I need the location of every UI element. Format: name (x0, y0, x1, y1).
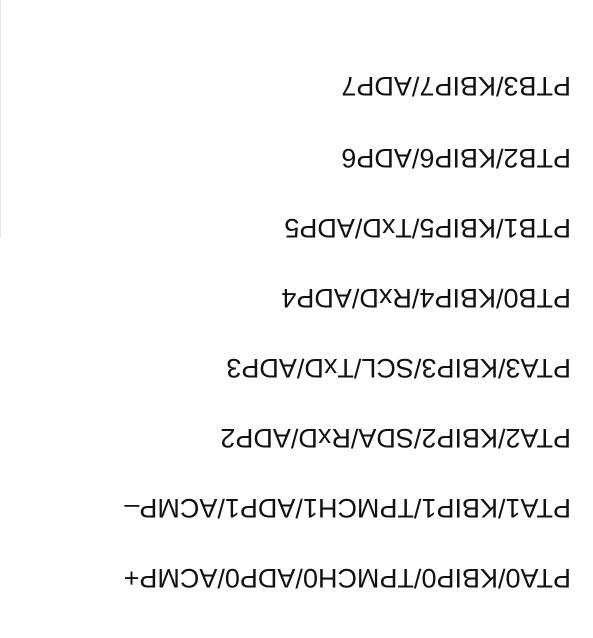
pin-label-diagram: PTA0/KBIP0/TPMCH0/ADP0/ACMP+ PTA1/KBIP1/… (0, 0, 593, 638)
pin-label-ptb0: PTB0/KBIP4/RxD/ADP4 (281, 283, 571, 313)
pin-label-pta1: PTA1/KBIP1/TPMCH1/ADP1/ACMP– (124, 493, 571, 523)
pin-label-pta0: PTA0/KBIP0/TPMCH0/ADP0/ACMP+ (123, 563, 571, 593)
pin-label-ptb3: PTB3/KBIP7/ADP7 (341, 71, 571, 101)
pin-label-ptb1: PTB1/KBIP5/TxD/ADP5 (284, 213, 571, 243)
chip-edge-line (0, 0, 1, 238)
pin-label-ptb2: PTB2/KBIP6/ADP6 (341, 143, 571, 173)
pin-label-pta3: PTA3/KBIP3/SCL/TxD/ADP3 (226, 353, 571, 383)
pin-label-pta2: PTA2/KBIP2/SDA/RxD/ADP2 (220, 423, 571, 453)
